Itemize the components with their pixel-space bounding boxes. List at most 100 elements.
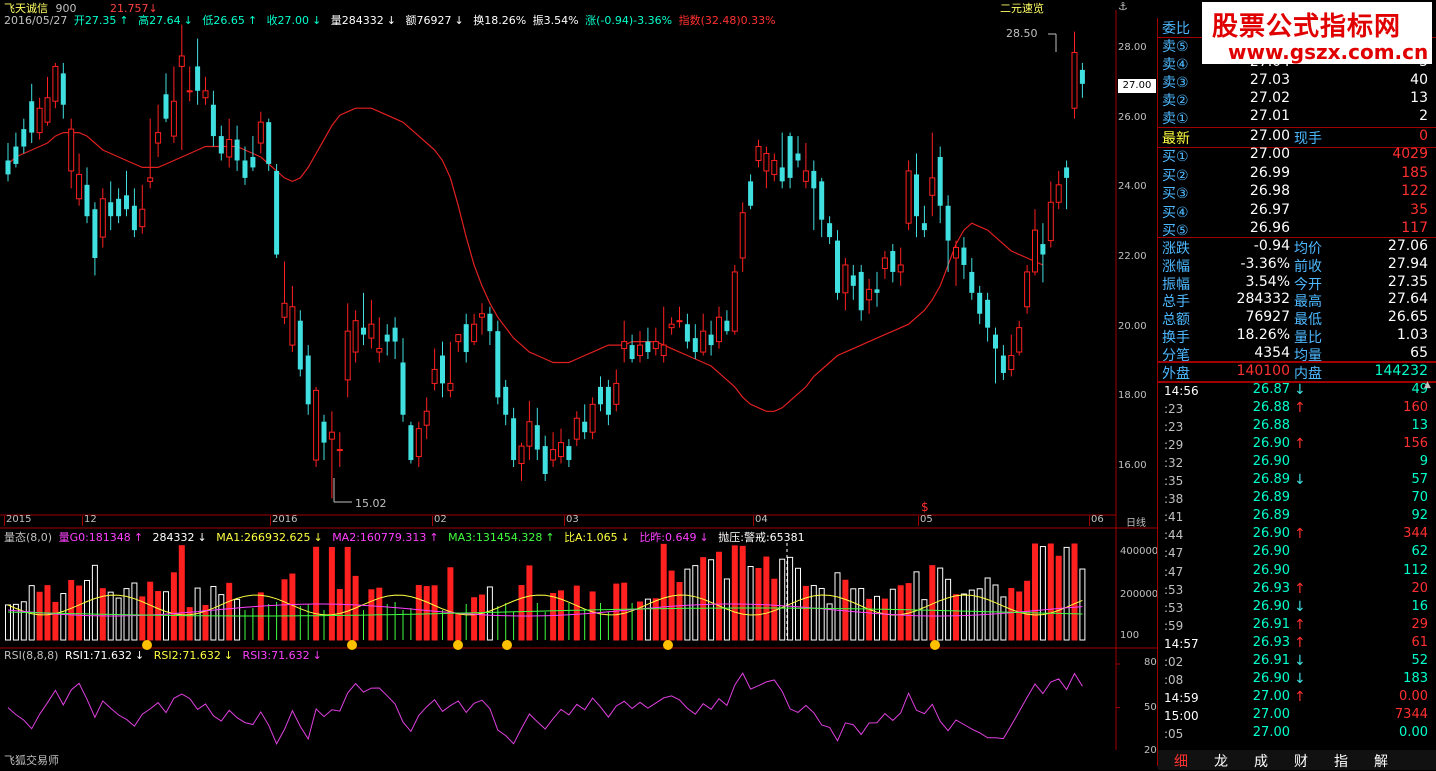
candle — [858, 264, 864, 321]
candle — [321, 414, 327, 461]
tick-row[interactable]: :32 26.90 9 — [1158, 454, 1436, 472]
tab-5[interactable]: 解 — [1364, 751, 1398, 770]
volume-bar — [281, 579, 288, 641]
tick-row[interactable]: :47 26.90 112 — [1158, 563, 1436, 581]
stat-row: 涨跌 -0.94 均价 27.06 — [1158, 238, 1436, 257]
tick-vol: 62 — [1411, 544, 1428, 560]
quote-panel: 委比 卖⑤卖④27.045卖③27.0340卖②27.0213卖①27.012 … — [1158, 18, 1436, 748]
current-price-tag[interactable]: 27.00 — [1118, 79, 1156, 93]
tick-row[interactable]: 14:59 27.00 ↑ 0.00 — [1158, 689, 1436, 707]
volume-bar — [937, 567, 944, 641]
tick-row[interactable]: :53 26.93 ↑ 20 — [1158, 581, 1436, 599]
volume-bar — [115, 597, 122, 641]
stat-value: -3.36% — [1240, 255, 1290, 272]
anchor-icon[interactable]: ⚓ — [1118, 0, 1132, 13]
candle — [668, 317, 675, 335]
tick-time: :47 — [1164, 564, 1184, 579]
tick-vol: 70 — [1411, 490, 1428, 506]
volume-bar — [1047, 543, 1054, 641]
scroll-up-icon[interactable]: ▲ — [1424, 380, 1431, 390]
candle — [281, 261, 288, 325]
kline-chart[interactable]: 28.50 15.02 $ — [0, 0, 1158, 750]
volume-bar — [91, 564, 98, 641]
watermark-line1: 股票公式指标网 — [1212, 12, 1402, 42]
tick-time: :47 — [1164, 546, 1184, 561]
rsi2: RSI2:71.632 — [153, 649, 221, 662]
buy-price: 27.00 — [1249, 146, 1290, 162]
volume-bar — [795, 567, 801, 641]
tick-row[interactable]: 14:57 26.93 ↑ 61 — [1158, 635, 1436, 653]
candle — [589, 397, 596, 440]
tick-price: 26.90 — [1252, 562, 1290, 578]
volume-axis-label: 100 — [1120, 630, 1140, 641]
buy-vol: 117 — [1401, 220, 1428, 236]
tick-row[interactable]: :23 26.88 ↑ 160 — [1158, 400, 1436, 418]
tick-row[interactable]: :59 26.91 ↑ 29 — [1158, 617, 1436, 635]
date-axis-tick — [564, 516, 565, 526]
tick-row[interactable]: :35 26.89 ↓ 57 — [1158, 472, 1436, 490]
tick-row[interactable]: :02 26.91 ↓ 52 — [1158, 653, 1436, 671]
volume-indicator-line[interactable]: 量态(8,0) 量G0:181348 ↑ 284332 ↓ MA1:266932.6… — [4, 529, 808, 545]
sell-row: 卖③ 27.03 40 — [1158, 72, 1436, 91]
tab-1[interactable]: 龙 — [1204, 751, 1238, 770]
tick-row[interactable]: :53 26.90 ↓ 16 — [1158, 599, 1436, 617]
latest-price: 27.00 — [1249, 128, 1290, 144]
tick-vol: 0.00 — [1399, 688, 1428, 704]
event-marker[interactable]: $ — [921, 500, 929, 514]
tick-time: 14:56 — [1164, 384, 1199, 398]
tick-vol: 13 — [1411, 418, 1428, 434]
candle — [361, 292, 366, 346]
quote-header-label: 委比 — [1162, 21, 1190, 37]
tick-time: :44 — [1164, 528, 1184, 543]
candle — [336, 432, 343, 467]
tab-3[interactable]: 财 — [1284, 751, 1318, 770]
signal-marker — [930, 640, 940, 650]
watermark-banner: 股票公式指标网 www.gszx.com.cn — [1202, 2, 1432, 64]
tick-row[interactable]: 15:00 27.00 7344 — [1158, 707, 1436, 725]
stat-value2: 26.65 — [1387, 309, 1428, 326]
volume-bar — [76, 585, 83, 641]
tick-time: :38 — [1164, 492, 1184, 507]
tick-arrow: ↑ — [1294, 580, 1306, 597]
tick-row[interactable]: :41 26.89 92 — [1158, 508, 1436, 526]
candle — [84, 167, 90, 224]
rsi-indicator-line[interactable]: RSI(8,8,8) RSI1:71.632 ↓ RSI2:71.632 ↓ RSI… — [4, 649, 328, 662]
candle — [1016, 320, 1023, 356]
rsi1: RSI1:71.632 — [64, 649, 133, 662]
date-axis-label: 05 — [920, 514, 933, 525]
volume-bar — [313, 546, 320, 641]
vol-pressure: 抛压:警戒:65381 — [718, 531, 805, 544]
candle — [479, 303, 485, 335]
tick-row[interactable]: :29 26.90 ↑ 156 — [1158, 436, 1436, 454]
rsi2-arrow: ↓ — [223, 649, 234, 662]
tick-row[interactable]: :47 26.90 62 — [1158, 544, 1436, 562]
tick-row[interactable]: :23 26.88 13 — [1158, 418, 1436, 436]
candle — [511, 407, 517, 467]
volume-bar — [84, 579, 90, 641]
date-axis-label: 日线 — [1126, 518, 1146, 529]
volume-bar — [897, 585, 904, 641]
tab-0[interactable]: 细 — [1164, 751, 1198, 770]
candle — [835, 230, 840, 300]
tick-arrow: ↑ — [1294, 436, 1306, 453]
candle — [811, 160, 817, 231]
tick-row[interactable]: :38 26.89 70 — [1158, 490, 1436, 508]
tick-row[interactable]: 14:56 26.87 ↓ 49 — [1158, 382, 1436, 400]
candle — [36, 97, 43, 140]
candle — [392, 317, 398, 360]
tab-2[interactable]: 成 — [1244, 751, 1278, 770]
tab-4[interactable]: 指 — [1324, 751, 1358, 770]
tick-row[interactable]: :05 27.00 0.00 — [1158, 725, 1436, 743]
candle — [234, 125, 240, 171]
volume-bar — [660, 543, 667, 641]
candle — [266, 118, 272, 171]
tick-row[interactable]: :44 26.90 ↑ 344 — [1158, 526, 1436, 544]
tick-price: 26.93 — [1252, 634, 1290, 650]
tick-row[interactable]: :08 26.90 ↓ 183 — [1158, 671, 1436, 689]
volume-bar — [60, 593, 67, 641]
tick-time: :29 — [1164, 438, 1184, 453]
candle — [155, 104, 162, 157]
latest-row: 最新 27.00 现手 0 — [1158, 127, 1436, 148]
candle — [598, 376, 603, 412]
latest-label: 最新 — [1162, 131, 1190, 147]
